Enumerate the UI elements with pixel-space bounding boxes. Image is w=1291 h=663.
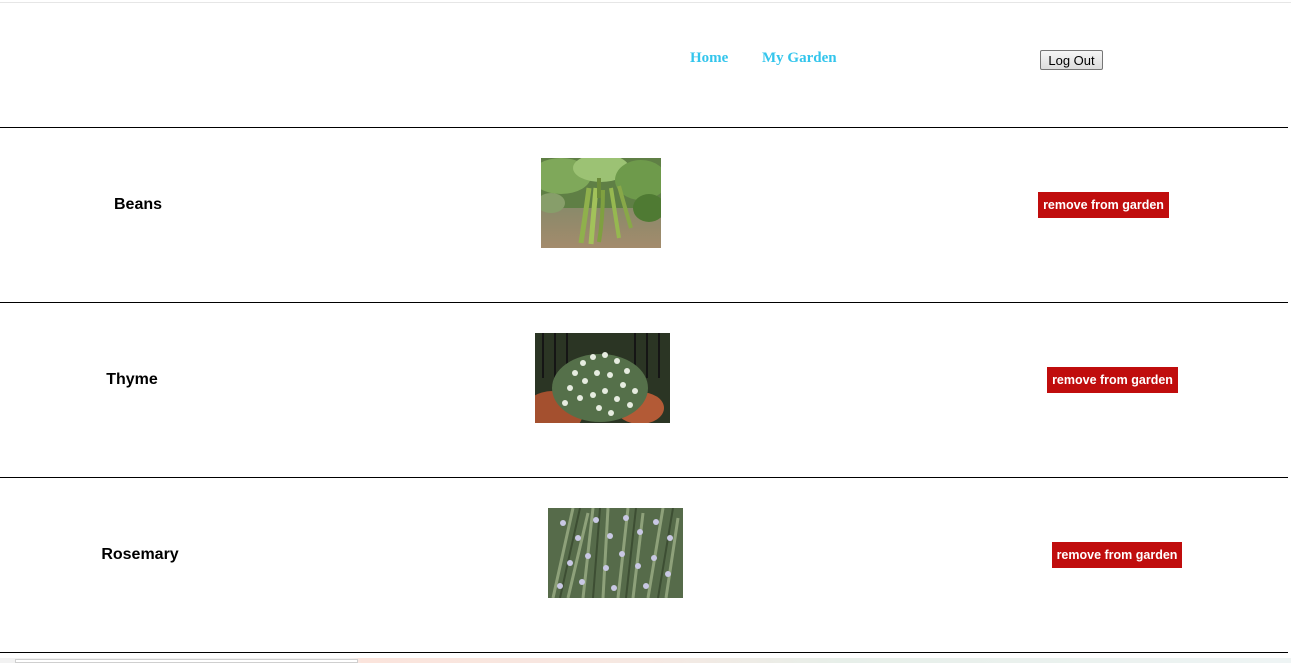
remove-from-garden-button[interactable]: remove from garden — [1038, 192, 1169, 218]
nav-my-garden-link[interactable]: My Garden — [762, 50, 837, 67]
horizontal-scrollbar-thumb[interactable] — [15, 659, 358, 663]
page: Home My Garden Log Out Beans remove from… — [0, 0, 1291, 663]
plant-name: Rosemary — [101, 546, 179, 563]
divider — [0, 652, 1288, 653]
divider — [0, 127, 1288, 128]
remove-from-garden-button[interactable]: remove from garden — [1052, 542, 1182, 568]
beans-photo — [541, 158, 661, 248]
divider — [0, 302, 1288, 303]
top-border — [0, 2, 1291, 3]
nav-home-link[interactable]: Home — [690, 50, 728, 67]
divider — [0, 477, 1288, 478]
rosemary-photo — [548, 508, 683, 598]
remove-from-garden-button[interactable]: remove from garden — [1047, 367, 1178, 393]
thyme-photo — [535, 333, 670, 423]
logout-button[interactable]: Log Out — [1040, 50, 1103, 70]
plant-name: Beans — [113, 196, 163, 213]
plant-name: Thyme — [106, 371, 158, 388]
